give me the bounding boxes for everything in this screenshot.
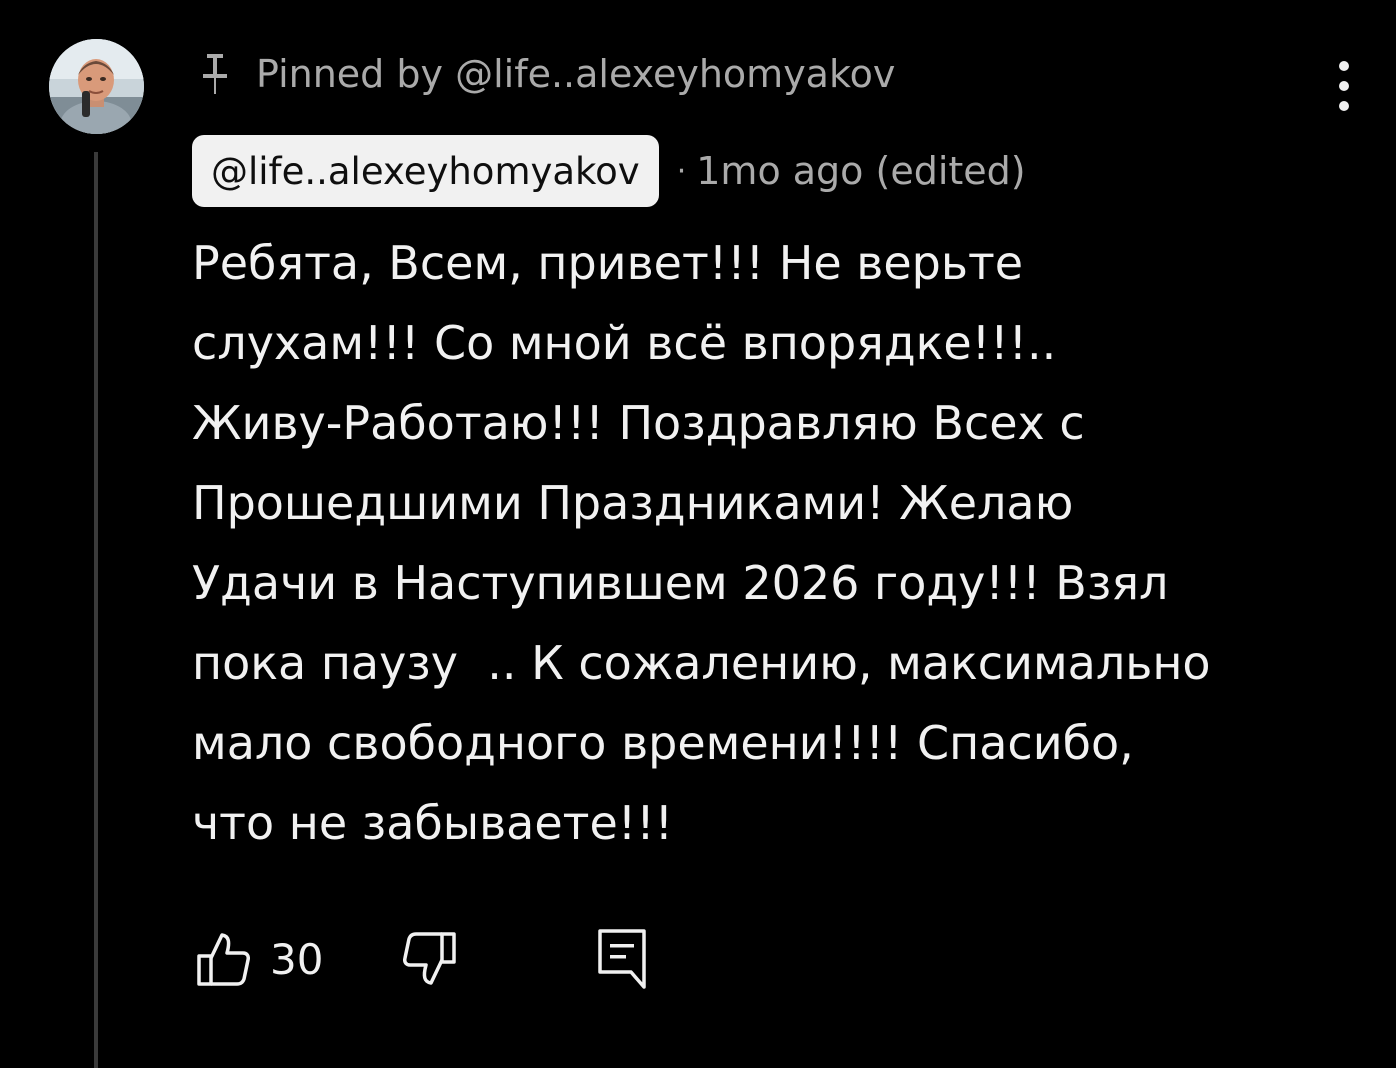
reply-button[interactable] <box>597 928 647 990</box>
author-avatar[interactable] <box>49 39 144 134</box>
dislike-button[interactable] <box>399 931 457 987</box>
reply-comment-icon <box>598 929 647 989</box>
comment-actions: 30 <box>196 926 647 992</box>
pinned-indicator: Pinned by @life..alexeyhomyakov <box>200 44 895 104</box>
thread-line <box>94 152 98 1068</box>
comment-meta: @life..alexeyhomyakov · 1mo ago (edited) <box>192 134 1026 208</box>
more-actions-button[interactable] <box>1324 56 1364 116</box>
thumbs-up-icon <box>197 933 250 986</box>
pin-icon <box>200 52 230 96</box>
thumbs-down-icon <box>403 932 457 985</box>
comment-body: Ребята, Всем, привет!!! Не верьте слухам… <box>192 236 1211 850</box>
author-name-chip[interactable]: @life..alexeyhomyakov <box>192 135 659 207</box>
more-vertical-icon <box>1339 61 1349 111</box>
like-count: 30 <box>270 934 324 984</box>
meta-separator: · <box>676 153 687 189</box>
like-button[interactable]: 30 <box>196 931 323 987</box>
comment-timestamp[interactable]: 1mo ago (edited) <box>696 149 1025 193</box>
pinned-label: Pinned by @life..alexeyhomyakov <box>256 52 896 96</box>
